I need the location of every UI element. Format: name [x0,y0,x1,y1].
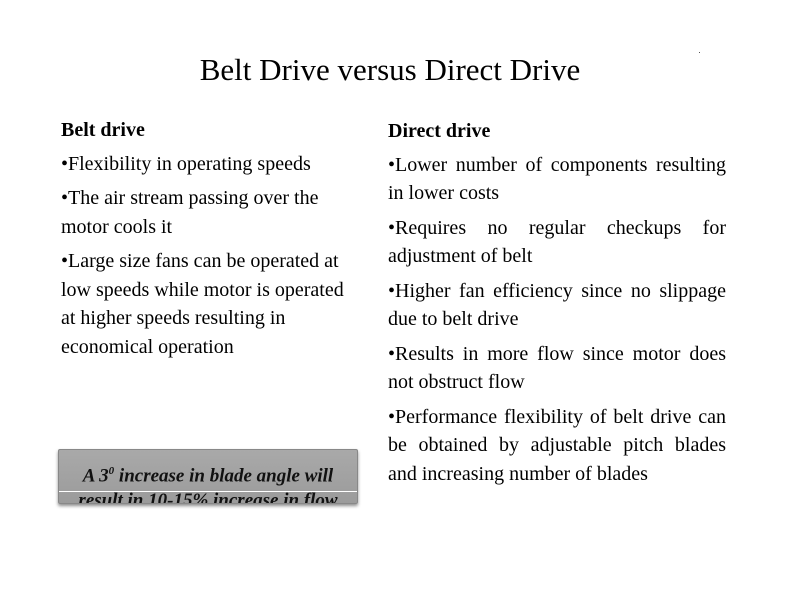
belt-item: •Large size fans can be operated at low … [61,250,344,358]
callout-divider [59,491,357,492]
belt-drive-heading: Belt drive [61,119,145,141]
direct-drive-heading: Direct drive [388,120,491,142]
callout-suffix: increase in blade angle will result in 1… [78,465,338,504]
slide-title: Belt Drive versus Direct Drive [199,52,581,87]
belt-drive-column: Belt drive •Flexibility in operating spe… [61,116,351,367]
callout-prefix: A 3 [82,465,109,487]
belt-item: •Flexibility in operating speeds [61,152,311,175]
direct-item: •Requires no regular checkups for adjust… [388,216,726,268]
callout-text: A 30 increase in blade angle will result… [59,450,357,504]
belt-item: •The air stream passing over the motor c… [61,187,319,238]
direct-item: •Performance flexibility of belt drive c… [388,405,726,485]
direct-item: •Lower number of components resulting in… [388,153,726,205]
blade-angle-callout: A 30 increase in blade angle will result… [58,449,358,504]
direct-drive-column: Direct drive •Lower number of components… [388,117,726,494]
direct-item: •Results in more flow since motor does n… [388,342,726,394]
direct-item: •Higher fan efficiency since no slippage… [388,279,726,331]
decorative-dot [699,52,700,53]
